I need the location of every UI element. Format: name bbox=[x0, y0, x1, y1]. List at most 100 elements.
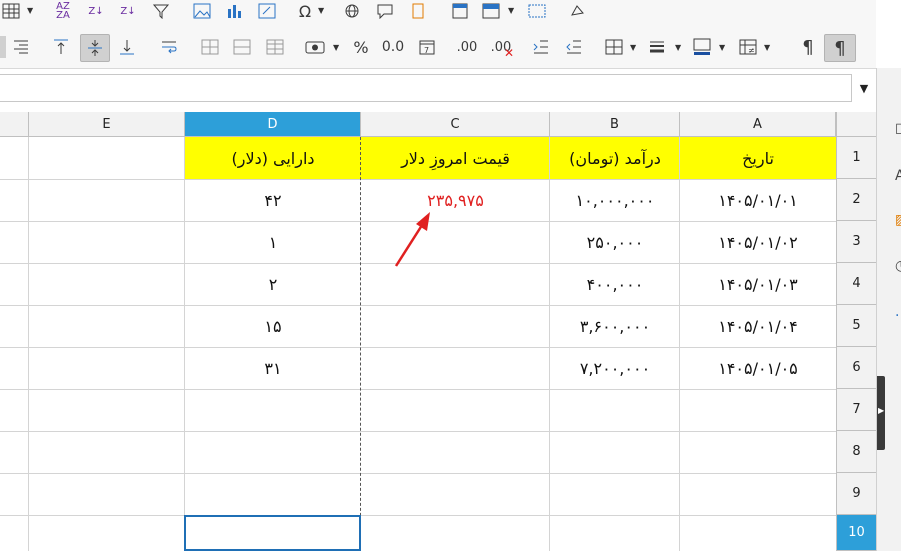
split-window-icon[interactable] bbox=[526, 0, 548, 22]
shapes-icon[interactable] bbox=[566, 0, 588, 22]
comment-icon[interactable] bbox=[374, 0, 396, 22]
row-header-10[interactable]: 10 bbox=[836, 515, 876, 551]
border-color-icon[interactable] bbox=[690, 36, 714, 58]
chevron-down-icon[interactable]: ▼ bbox=[675, 43, 681, 52]
column-header-e[interactable]: E bbox=[29, 112, 185, 137]
cell-d1[interactable]: دارایی (دلار) bbox=[185, 137, 361, 179]
grid-line bbox=[0, 473, 836, 474]
cell-b1[interactable]: درآمد (تومان) bbox=[550, 137, 680, 179]
headers-footers-icon[interactable] bbox=[407, 0, 429, 22]
hyperlink-icon[interactable] bbox=[341, 0, 363, 22]
image-icon[interactable] bbox=[191, 0, 213, 22]
row-header-6[interactable]: 6 bbox=[836, 347, 876, 389]
close-icon: ✕ bbox=[503, 46, 514, 60]
row-header-3[interactable]: 3 bbox=[836, 221, 876, 263]
cell-d4[interactable]: ۲ bbox=[185, 263, 361, 305]
cell-a2[interactable]: ۱۴۰۵/۰۱/۰۱ bbox=[680, 179, 836, 221]
rtl-icon[interactable]: ¶ bbox=[824, 34, 856, 62]
chevron-right-icon: ▶ bbox=[878, 406, 885, 415]
column-header-b[interactable]: B bbox=[550, 112, 680, 137]
svg-text:7: 7 bbox=[424, 46, 429, 55]
grid-line bbox=[0, 389, 836, 390]
cell-a1[interactable]: تاریخ bbox=[680, 137, 836, 179]
select-all-corner[interactable] bbox=[836, 112, 876, 137]
table-icon[interactable] bbox=[0, 0, 22, 22]
pivot-table-icon[interactable] bbox=[256, 0, 278, 22]
unmerge-cells-icon[interactable] bbox=[264, 36, 286, 58]
cell-a4[interactable]: ۱۴۰۵/۰۱/۰۳ bbox=[680, 263, 836, 305]
chevron-down-icon[interactable]: ▼ bbox=[508, 6, 514, 15]
decrease-indent-icon[interactable] bbox=[563, 36, 585, 58]
percent-format-icon[interactable]: % bbox=[350, 36, 372, 58]
cell-a3[interactable]: ۱۴۰۵/۰۱/۰۲ bbox=[680, 221, 836, 263]
chart-icon[interactable] bbox=[224, 0, 246, 22]
grid-line bbox=[0, 431, 836, 432]
sort-ascending-icon[interactable]: AZ ZA bbox=[52, 0, 74, 22]
center-vertically-icon[interactable] bbox=[80, 34, 110, 62]
sidebar: ☐ A ▨ ◷ · ▶ bbox=[876, 68, 901, 551]
formula-input[interactable] bbox=[0, 74, 852, 102]
chevron-down-icon[interactable]: ▼ bbox=[318, 6, 324, 15]
align-top-icon[interactable] bbox=[50, 36, 72, 58]
chevron-down-icon[interactable]: ▼ bbox=[764, 43, 770, 52]
cell-a5[interactable]: ۱۴۰۵/۰۱/۰۴ bbox=[680, 305, 836, 347]
sort-descending-icon[interactable]: Z↓ bbox=[84, 0, 108, 22]
print-area-icon[interactable] bbox=[449, 0, 471, 22]
column-header-d[interactable]: D bbox=[185, 112, 361, 137]
active-cell-d10[interactable] bbox=[184, 515, 361, 551]
border-style-icon[interactable] bbox=[646, 36, 668, 58]
wrap-text-icon[interactable] bbox=[158, 36, 180, 58]
chevron-down-icon[interactable]: ▼ bbox=[333, 43, 339, 52]
special-character-icon[interactable]: Ω bbox=[294, 0, 316, 22]
chevron-down-icon[interactable]: ▼ bbox=[630, 43, 636, 52]
date-format-icon[interactable]: 7 bbox=[416, 36, 438, 58]
currency-format-icon[interactable] bbox=[303, 36, 327, 58]
chevron-down-icon[interactable]: ▼ bbox=[27, 6, 33, 15]
gallery-icon[interactable]: ▨ bbox=[895, 212, 901, 228]
number-format-icon[interactable]: 0.0 bbox=[380, 36, 406, 58]
borders-icon[interactable] bbox=[603, 36, 625, 58]
row-header-4[interactable]: 4 bbox=[836, 263, 876, 305]
navigator-icon[interactable]: ◷ bbox=[895, 258, 901, 274]
sidebar-toggle[interactable]: ▶ bbox=[877, 376, 885, 450]
styles-icon[interactable]: A bbox=[895, 168, 901, 184]
functions-icon[interactable]: · bbox=[895, 308, 899, 324]
cell-d5[interactable]: ۱۵ bbox=[185, 305, 361, 347]
cell-b5[interactable]: ۳,۶۰۰,۰۰۰ bbox=[550, 305, 680, 347]
align-left-icon[interactable] bbox=[0, 36, 6, 58]
cell-b3[interactable]: ۲۵۰,۰۰۰ bbox=[550, 221, 680, 263]
merge-cells-icon[interactable] bbox=[199, 36, 221, 58]
increase-indent-icon[interactable] bbox=[530, 36, 552, 58]
row-header-9[interactable]: 9 bbox=[836, 473, 876, 515]
align-bottom-icon[interactable] bbox=[116, 36, 138, 58]
annotation-arrow-icon bbox=[394, 212, 430, 267]
row-header-5[interactable]: 5 bbox=[836, 305, 876, 347]
sort-icon[interactable]: Z↓ bbox=[116, 0, 140, 22]
cell-d3[interactable]: ۱ bbox=[185, 221, 361, 263]
column-header-partial[interactable] bbox=[0, 112, 29, 137]
add-decimal-icon[interactable]: .00 bbox=[452, 36, 482, 58]
chevron-down-icon[interactable]: ▼ bbox=[719, 43, 725, 52]
row-header-7[interactable]: 7 bbox=[836, 389, 876, 431]
cell-a6[interactable]: ۱۴۰۵/۰۱/۰۵ bbox=[680, 347, 836, 389]
ltr-icon[interactable]: ¶ bbox=[797, 36, 819, 58]
column-header-a[interactable]: A bbox=[680, 112, 836, 137]
row-header-8[interactable]: 8 bbox=[836, 431, 876, 473]
cell-c1[interactable]: قیمت امروزِ دلار bbox=[361, 137, 550, 179]
delete-decimal-icon[interactable]: .00 ✕ bbox=[486, 36, 516, 61]
cell-d2[interactable]: ۴۲ bbox=[185, 179, 361, 221]
column-header-c[interactable]: C bbox=[361, 112, 550, 137]
cell-d6[interactable]: ۳۱ bbox=[185, 347, 361, 389]
conditional-format-icon[interactable]: ≠ bbox=[737, 36, 759, 58]
chevron-down-icon[interactable]: ▼ bbox=[852, 74, 876, 102]
properties-icon[interactable]: ☐ bbox=[895, 122, 901, 138]
cell-b6[interactable]: ۷,۲۰۰,۰۰۰ bbox=[550, 347, 680, 389]
freeze-rows-icon[interactable] bbox=[480, 0, 502, 22]
row-header-1[interactable]: 1 bbox=[836, 137, 876, 179]
row-header-2[interactable]: 2 bbox=[836, 179, 876, 221]
align-right-icon[interactable] bbox=[10, 36, 32, 58]
cell-b2[interactable]: ۱۰,۰۰۰,۰۰۰ bbox=[550, 179, 680, 221]
autofilter-icon[interactable] bbox=[150, 0, 172, 22]
merge-center-icon[interactable] bbox=[231, 36, 253, 58]
cell-b4[interactable]: ۴۰۰,۰۰۰ bbox=[550, 263, 680, 305]
